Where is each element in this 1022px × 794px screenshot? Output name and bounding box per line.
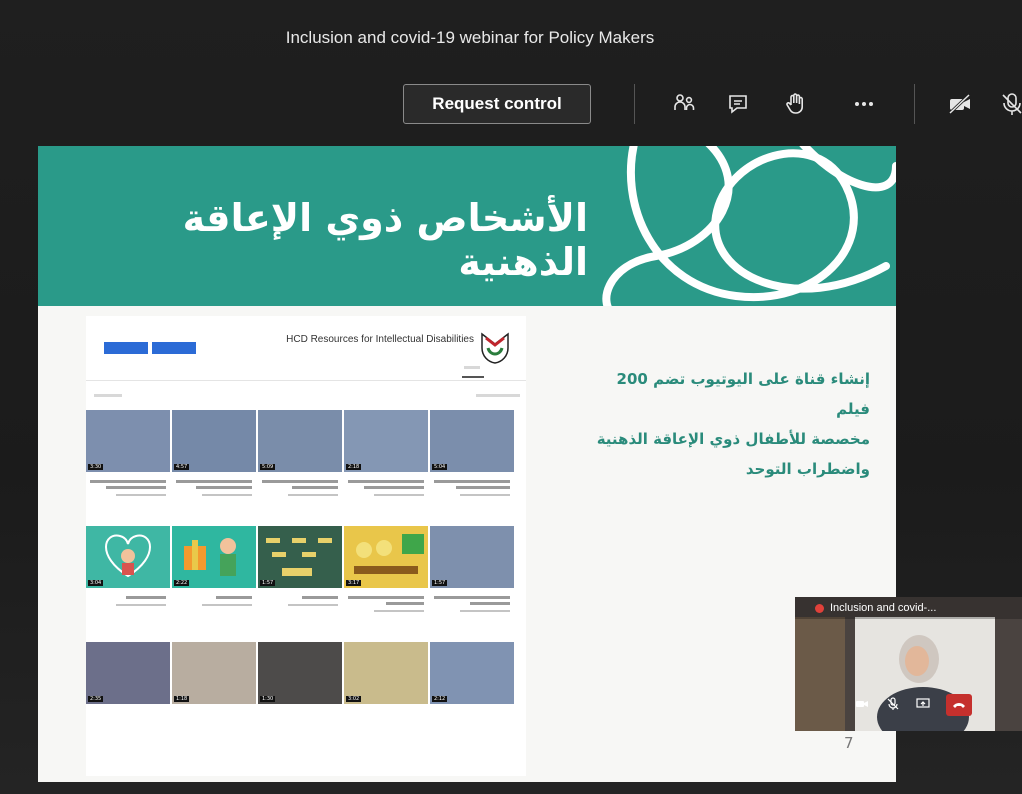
video-thumbnail: 1:18 [172,642,256,704]
hang-up-icon [953,703,965,708]
chat-icon[interactable] [722,88,754,120]
self-view-title: Inclusion and covid-... [830,602,937,614]
channel-logo-icon [481,332,509,364]
slide-body-line: مخصصة للأطفال ذوي الإعاقة الذهنية [596,430,870,448]
toolbar-divider [634,84,635,124]
recording-indicator-icon [815,603,824,613]
video-thumbnail: 5:04 [430,410,514,472]
request-control-button[interactable]: Request control [403,84,591,124]
video-thumbnail: 3:04 [86,526,170,588]
video-thumbnail: 5:09 [258,410,342,472]
toolbar-divider-2 [914,84,915,124]
sort-label [94,394,122,397]
slide-title: الأشخاص ذوي الإعاقة الذهنية [182,196,588,284]
video-thumbnail: 2:22 [172,526,256,588]
video-thumbnail: 1:57 [430,526,514,588]
hang-up-button[interactable] [946,694,972,716]
youtube-subscribe-button [152,342,196,354]
channel-header-divider [86,380,526,381]
slide-page-number: 7 [844,734,854,752]
share-screen-icon[interactable] [913,695,933,713]
video-thumbnail: 3:30 [86,410,170,472]
meeting-title: Inclusion and covid-19 webinar for Polic… [285,28,655,47]
channel-name: HCD Resources for Intellectual Disabilit… [286,334,474,345]
slide-body-line: واضطراب التوحد [745,460,870,478]
decorative-swirl-icon [602,146,896,306]
slide-banner: الأشخاص ذوي الإعاقة الذهنية [38,146,896,306]
participants-icon[interactable] [668,88,700,120]
camera-off-icon[interactable] [944,88,976,120]
self-view-video[interactable]: Inclusion and covid-... [795,597,1022,731]
channel-tab-label [464,366,480,369]
slide-body-line: إنشاء قناة على اليوتيوب تضم 200 فيلم [616,370,870,418]
mic-toggle-icon[interactable] [883,695,903,713]
shared-slide: الأشخاص ذوي الإعاقة الذهنية HCD Resource… [38,146,896,782]
video-thumbnail: 3:17 [344,526,428,588]
channel-tab-underline [462,376,484,378]
self-view-title-bar: Inclusion and covid-... [795,597,1022,619]
video-thumbnail: 1:57 [258,526,342,588]
raise-hand-icon[interactable] [780,88,812,120]
video-thumbnail: 2:35 [86,642,170,704]
slide-body-text: إنشاء قناة على اليوتيوب تضم 200 فيلم مخص… [578,364,870,484]
section-label [476,394,520,397]
video-thumbnail: 3:02 [344,642,428,704]
teams-meeting-screen: Inclusion and covid-19 webinar for Polic… [0,0,1022,794]
video-thumbnail: 2:18 [344,410,428,472]
more-options-icon[interactable] [848,88,880,120]
video-thumbnail: 4:57 [172,410,256,472]
video-thumbnail: 1:30 [258,642,342,704]
youtube-channel-screenshot: HCD Resources for Intellectual Disabilit… [86,316,526,776]
video-toggle-icon[interactable] [852,695,872,713]
mic-off-icon[interactable] [996,88,1022,120]
video-thumbnail: 2:12 [430,642,514,704]
youtube-link-button [104,342,148,354]
